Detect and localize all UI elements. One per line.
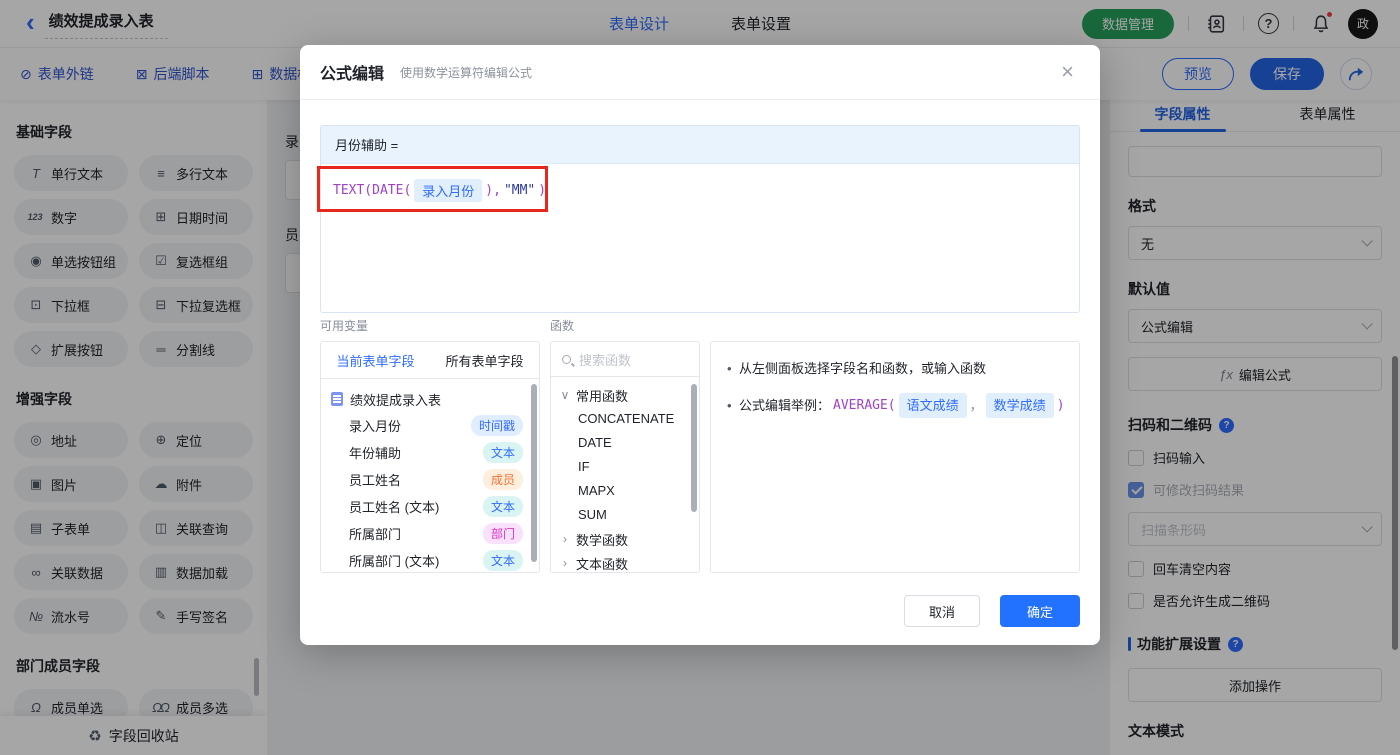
functions-scrollbar[interactable] bbox=[691, 384, 697, 512]
formula-string: "MM" bbox=[504, 183, 535, 198]
type-badge-text: 文本 bbox=[483, 550, 523, 571]
form-node-label: 绩效提成录入表 bbox=[350, 390, 441, 409]
variable-row[interactable]: 员工姓名 成员 bbox=[321, 466, 539, 493]
fn-mapx[interactable]: MAPX bbox=[551, 479, 699, 503]
form-tree-node[interactable]: 绩效提成录入表 bbox=[321, 386, 539, 412]
variables-scrollbar[interactable] bbox=[531, 384, 537, 562]
tab-all-form-fields[interactable]: 所有表单字段 bbox=[430, 351, 539, 370]
caret-down-icon: ∨ bbox=[560, 388, 570, 402]
help-example-line: 公式编辑举例：AVERAGE( 语文成绩 ， 数学成绩 ) bbox=[725, 393, 1065, 418]
fn-sum[interactable]: SUM bbox=[551, 503, 699, 527]
modal-subtitle: 使用数学运算符编辑公式 bbox=[400, 64, 532, 81]
group-label: 文本函数 bbox=[576, 554, 628, 573]
modal-footer: 取消 确定 bbox=[904, 595, 1080, 627]
group-math-functions[interactable]: › 数学函数 bbox=[551, 527, 699, 551]
fn-date[interactable]: DATE bbox=[551, 431, 699, 455]
variable-name: 录入月份 bbox=[349, 416, 401, 435]
example-comma: ， bbox=[970, 395, 983, 416]
search-icon bbox=[562, 355, 571, 364]
variable-name: 员工姓名 bbox=[349, 470, 401, 489]
cancel-button[interactable]: 取消 bbox=[904, 595, 980, 627]
group-common-functions[interactable]: ∨ 常用函数 bbox=[551, 383, 699, 407]
modal-header: 公式编辑 使用数学运算符编辑公式 × bbox=[300, 45, 1100, 100]
variable-row[interactable]: 所属部门 (文本) 文本 bbox=[321, 547, 539, 573]
modal-title: 公式编辑 bbox=[320, 60, 384, 84]
example-function: AVERAGE( bbox=[833, 395, 896, 416]
help-panel: 从左侧面板选择字段名和函数，或输入函数 公式编辑举例：AVERAGE( 语文成绩… bbox=[710, 341, 1080, 573]
help-text: 从左侧面板选择字段名和函数，或输入函数 bbox=[739, 358, 986, 379]
group-label: 常用函数 bbox=[576, 386, 628, 405]
field-chip[interactable]: 录入月份 bbox=[414, 179, 482, 202]
type-badge-timestamp: 时间戳 bbox=[471, 415, 523, 436]
variable-row[interactable]: 员工姓名 (文本) 文本 bbox=[321, 493, 539, 520]
variable-row[interactable]: 所属部门 部门 bbox=[321, 520, 539, 547]
modal-panels: 当前表单字段 所有表单字段 绩效提成录入表 录入月份时间戳 年份辅助文本 员工姓… bbox=[320, 341, 1080, 573]
function-search-input[interactable]: 搜索函数 bbox=[551, 342, 699, 377]
variable-name: 所属部门 (文本) bbox=[349, 551, 439, 570]
formula-editor-modal: 公式编辑 使用数学运算符编辑公式 × 月份辅助 = TEXT(DATE( 录入月… bbox=[300, 45, 1100, 645]
fn-if[interactable]: IF bbox=[551, 455, 699, 479]
functions-label: 函数 bbox=[550, 317, 574, 334]
close-icon[interactable]: × bbox=[1061, 61, 1080, 83]
variables-panel: 当前表单字段 所有表单字段 绩效提成录入表 录入月份时间戳 年份辅助文本 员工姓… bbox=[320, 341, 540, 573]
example-paren: ) bbox=[1057, 395, 1065, 416]
group-label: 数学函数 bbox=[576, 530, 628, 549]
formula-target-row: 月份辅助 = bbox=[321, 126, 1079, 164]
type-badge-member: 成员 bbox=[483, 469, 523, 490]
type-badge-text: 文本 bbox=[483, 442, 523, 463]
tab-current-form-fields[interactable]: 当前表单字段 bbox=[321, 351, 430, 370]
formula-editor: 月份辅助 = TEXT(DATE( 录入月份 ), "MM" ) bbox=[320, 125, 1080, 313]
functions-panel: 搜索函数 ∨ 常用函数 CONCATENATE DATE IF MAPX SUM … bbox=[550, 341, 700, 573]
search-placeholder: 搜索函数 bbox=[579, 350, 631, 369]
formula-paren: ) bbox=[538, 183, 546, 198]
example-field-chip: 数学成绩 bbox=[986, 393, 1054, 418]
variable-row[interactable]: 录入月份 时间戳 bbox=[321, 412, 539, 439]
type-badge-department: 部门 bbox=[483, 523, 523, 544]
fn-concatenate[interactable]: CONCATENATE bbox=[551, 407, 699, 431]
variable-name: 年份辅助 bbox=[349, 443, 401, 462]
variable-name: 所属部门 bbox=[349, 524, 401, 543]
type-badge-text: 文本 bbox=[483, 496, 523, 517]
help-line: 从左侧面板选择字段名和函数，或输入函数 bbox=[725, 358, 1065, 379]
formula-paren: ), bbox=[485, 183, 501, 198]
caret-right-icon: › bbox=[560, 556, 570, 570]
formula-target: 月份辅助 = bbox=[335, 135, 398, 154]
variable-row[interactable]: 年份辅助 文本 bbox=[321, 439, 539, 466]
variable-name: 员工姓名 (文本) bbox=[349, 497, 439, 516]
functions-list: ∨ 常用函数 CONCATENATE DATE IF MAPX SUM › 数学函数… bbox=[551, 377, 699, 573]
formula-function: TEXT(DATE( bbox=[333, 183, 411, 198]
caret-right-icon: › bbox=[560, 532, 570, 546]
variables-list: 绩效提成录入表 录入月份时间戳 年份辅助文本 员工姓名成员 员工姓名 (文本)文… bbox=[321, 379, 539, 573]
group-text-functions[interactable]: › 文本函数 bbox=[551, 551, 699, 573]
variables-tabs: 当前表单字段 所有表单字段 bbox=[321, 342, 539, 379]
formula-input-area[interactable]: TEXT(DATE( 录入月份 ), "MM" ) bbox=[321, 164, 1079, 217]
confirm-button[interactable]: 确定 bbox=[1000, 595, 1080, 627]
variables-label: 可用变量 bbox=[320, 317, 368, 334]
help-example-prefix: 公式编辑举例： bbox=[739, 395, 830, 416]
example-field-chip: 语文成绩 bbox=[899, 393, 967, 418]
document-icon bbox=[331, 392, 343, 406]
